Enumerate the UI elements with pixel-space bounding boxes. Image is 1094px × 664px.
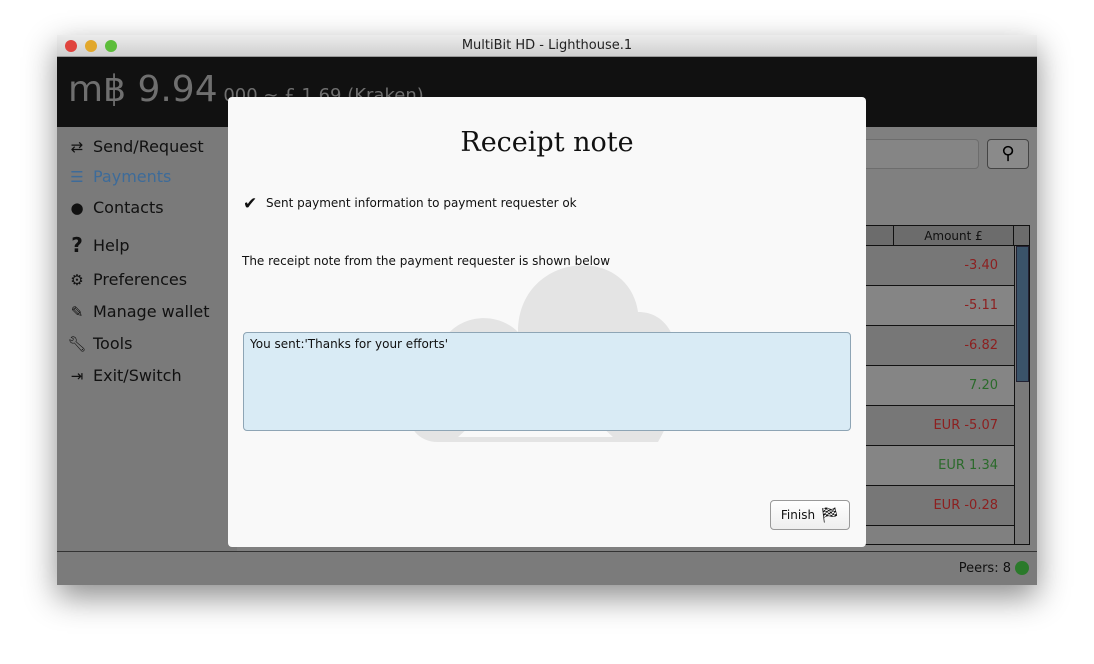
peers-count: Peers: 8 — [958, 561, 1011, 576]
edit-icon: ✎ — [70, 302, 84, 321]
finish-label: Finish — [780, 508, 816, 522]
minimize-button[interactable] — [85, 40, 97, 52]
scrollbar[interactable] — [1014, 246, 1029, 544]
title-bar: MultiBit HD - Lighthouse.1 — [57, 35, 1037, 57]
amount-cell: -3.40 — [964, 258, 998, 273]
scrollbar-thumb[interactable] — [1016, 246, 1029, 382]
success-message: Sent payment information to payment requ… — [266, 196, 577, 210]
finish-button[interactable]: Finish 🏁︎ — [770, 500, 850, 530]
list-icon: ☰ — [70, 167, 84, 186]
amount-cell: EUR -5.07 — [933, 418, 998, 433]
amount-cell: 7.20 — [969, 378, 998, 393]
question-icon: ? — [71, 233, 83, 257]
receipt-note-textarea[interactable]: You sent:'Thanks for your efforts' — [243, 332, 851, 431]
column-header-amount[interactable]: Amount £ — [894, 226, 1014, 246]
amount-cell: -6.82 — [964, 338, 998, 353]
sidebar-item-preferences[interactable]: ⚙ Preferences — [67, 270, 187, 289]
peers-status-icon — [1015, 561, 1029, 575]
zoom-button[interactable] — [105, 40, 117, 52]
status-bar: Peers: 8 — [57, 551, 1037, 585]
close-button[interactable] — [65, 40, 77, 52]
balance-main: 9.94 — [137, 69, 218, 110]
checkmark-icon: ✔ — [243, 194, 258, 214]
checkered-flag-icon: 🏁︎ — [820, 506, 840, 524]
sidebar: ⇄ Send/Request ☰ Payments ● Contacts ? Help … — [57, 127, 237, 551]
sidebar-item-payments[interactable]: ☰ Payments — [67, 167, 171, 186]
sign-out-icon: ⇥ — [70, 366, 84, 385]
user-icon: ● — [70, 198, 84, 217]
dialog-title: Receipt note — [460, 127, 634, 158]
sidebar-item-help[interactable]: ? Help — [67, 233, 129, 257]
window-title: MultiBit HD - Lighthouse.1 — [461, 38, 633, 53]
info-message: The receipt note from the payment reques… — [242, 254, 611, 268]
search-button[interactable]: ⚲ — [987, 139, 1029, 169]
search-icon: ⚲ — [1001, 143, 1015, 164]
gears-icon: ⚙ — [70, 270, 84, 289]
sidebar-item-manage-wallet[interactable]: ✎ Manage wallet — [67, 302, 210, 321]
receipt-note-dialog: Receipt note ✔ Sent payment information … — [228, 97, 866, 547]
amount-cell: EUR -0.28 — [933, 498, 998, 513]
exchange-icon: ⇄ — [70, 137, 84, 156]
sidebar-item-tools[interactable]: 🔧︎ Tools — [67, 334, 132, 353]
sidebar-item-send-request[interactable]: ⇄ Send/Request — [67, 137, 204, 156]
header-corner — [1014, 226, 1029, 246]
amount-cell: -5.11 — [964, 298, 998, 313]
sidebar-item-exit-switch[interactable]: ⇥ Exit/Switch — [67, 366, 182, 385]
wrench-icon: 🔧︎ — [67, 334, 87, 353]
sidebar-item-contacts[interactable]: ● Contacts — [67, 198, 163, 217]
bitcoin-symbol: m฿ — [68, 69, 126, 110]
amount-cell: EUR 1.34 — [938, 458, 998, 473]
